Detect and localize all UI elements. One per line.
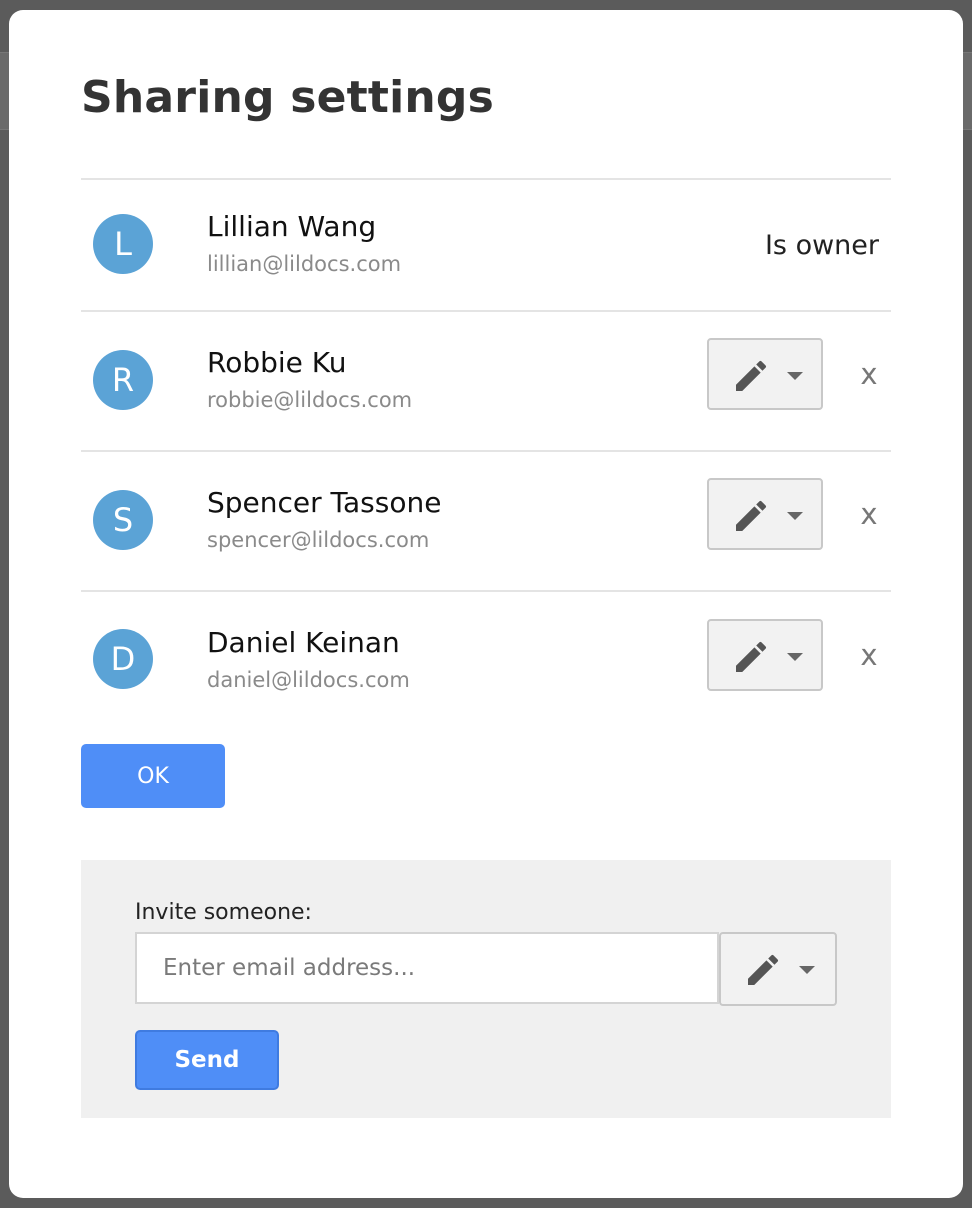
- invite-permission-dropdown[interactable]: [719, 932, 837, 1006]
- invite-panel: Invite someone: Send: [81, 860, 891, 1118]
- pencil-icon: [736, 641, 767, 672]
- user-email: robbie@lildocs.com: [207, 388, 413, 412]
- owner-role-label: Is owner: [764, 230, 879, 261]
- remove-user-button[interactable]: x: [853, 354, 885, 394]
- chevron-down-icon: [787, 512, 803, 520]
- user-row-owner: L Lillian Wang lillian@lildocs.com Is ow…: [81, 178, 891, 310]
- remove-user-button[interactable]: x: [853, 635, 885, 675]
- chevron-down-icon: [799, 966, 815, 974]
- remove-user-button[interactable]: x: [853, 494, 885, 534]
- permission-dropdown[interactable]: [707, 619, 823, 691]
- permission-dropdown[interactable]: [707, 478, 823, 550]
- pencil-icon: [748, 954, 779, 985]
- user-row: S Spencer Tassone spencer@lildocs.com x: [81, 450, 891, 590]
- user-row: D Daniel Keinan daniel@lildocs.com x: [81, 590, 891, 722]
- user-name: Daniel Keinan: [207, 626, 400, 659]
- avatar: S: [93, 490, 153, 550]
- avatar: L: [93, 214, 153, 274]
- dialog-title: Sharing settings: [81, 72, 495, 123]
- shared-user-list: L Lillian Wang lillian@lildocs.com Is ow…: [81, 178, 891, 722]
- avatar: R: [93, 350, 153, 410]
- user-row: R Robbie Ku robbie@lildocs.com x: [81, 310, 891, 450]
- user-name: Robbie Ku: [207, 346, 347, 379]
- send-invite-button[interactable]: Send: [135, 1030, 279, 1090]
- user-name: Spencer Tassone: [207, 486, 442, 519]
- pencil-icon: [736, 500, 767, 531]
- permission-dropdown[interactable]: [707, 338, 823, 410]
- user-email: spencer@lildocs.com: [207, 528, 430, 552]
- pencil-icon: [736, 360, 767, 391]
- invite-label: Invite someone:: [135, 900, 312, 925]
- chevron-down-icon: [787, 372, 803, 380]
- avatar: D: [93, 629, 153, 689]
- invite-email-input[interactable]: [135, 932, 719, 1004]
- chevron-down-icon: [787, 653, 803, 661]
- user-name: Lillian Wang: [207, 210, 377, 243]
- user-email: lillian@lildocs.com: [207, 252, 402, 276]
- sharing-settings-dialog: Sharing settings L Lillian Wang lillian@…: [9, 10, 963, 1198]
- ok-button[interactable]: OK: [81, 744, 225, 808]
- user-email: daniel@lildocs.com: [207, 668, 410, 692]
